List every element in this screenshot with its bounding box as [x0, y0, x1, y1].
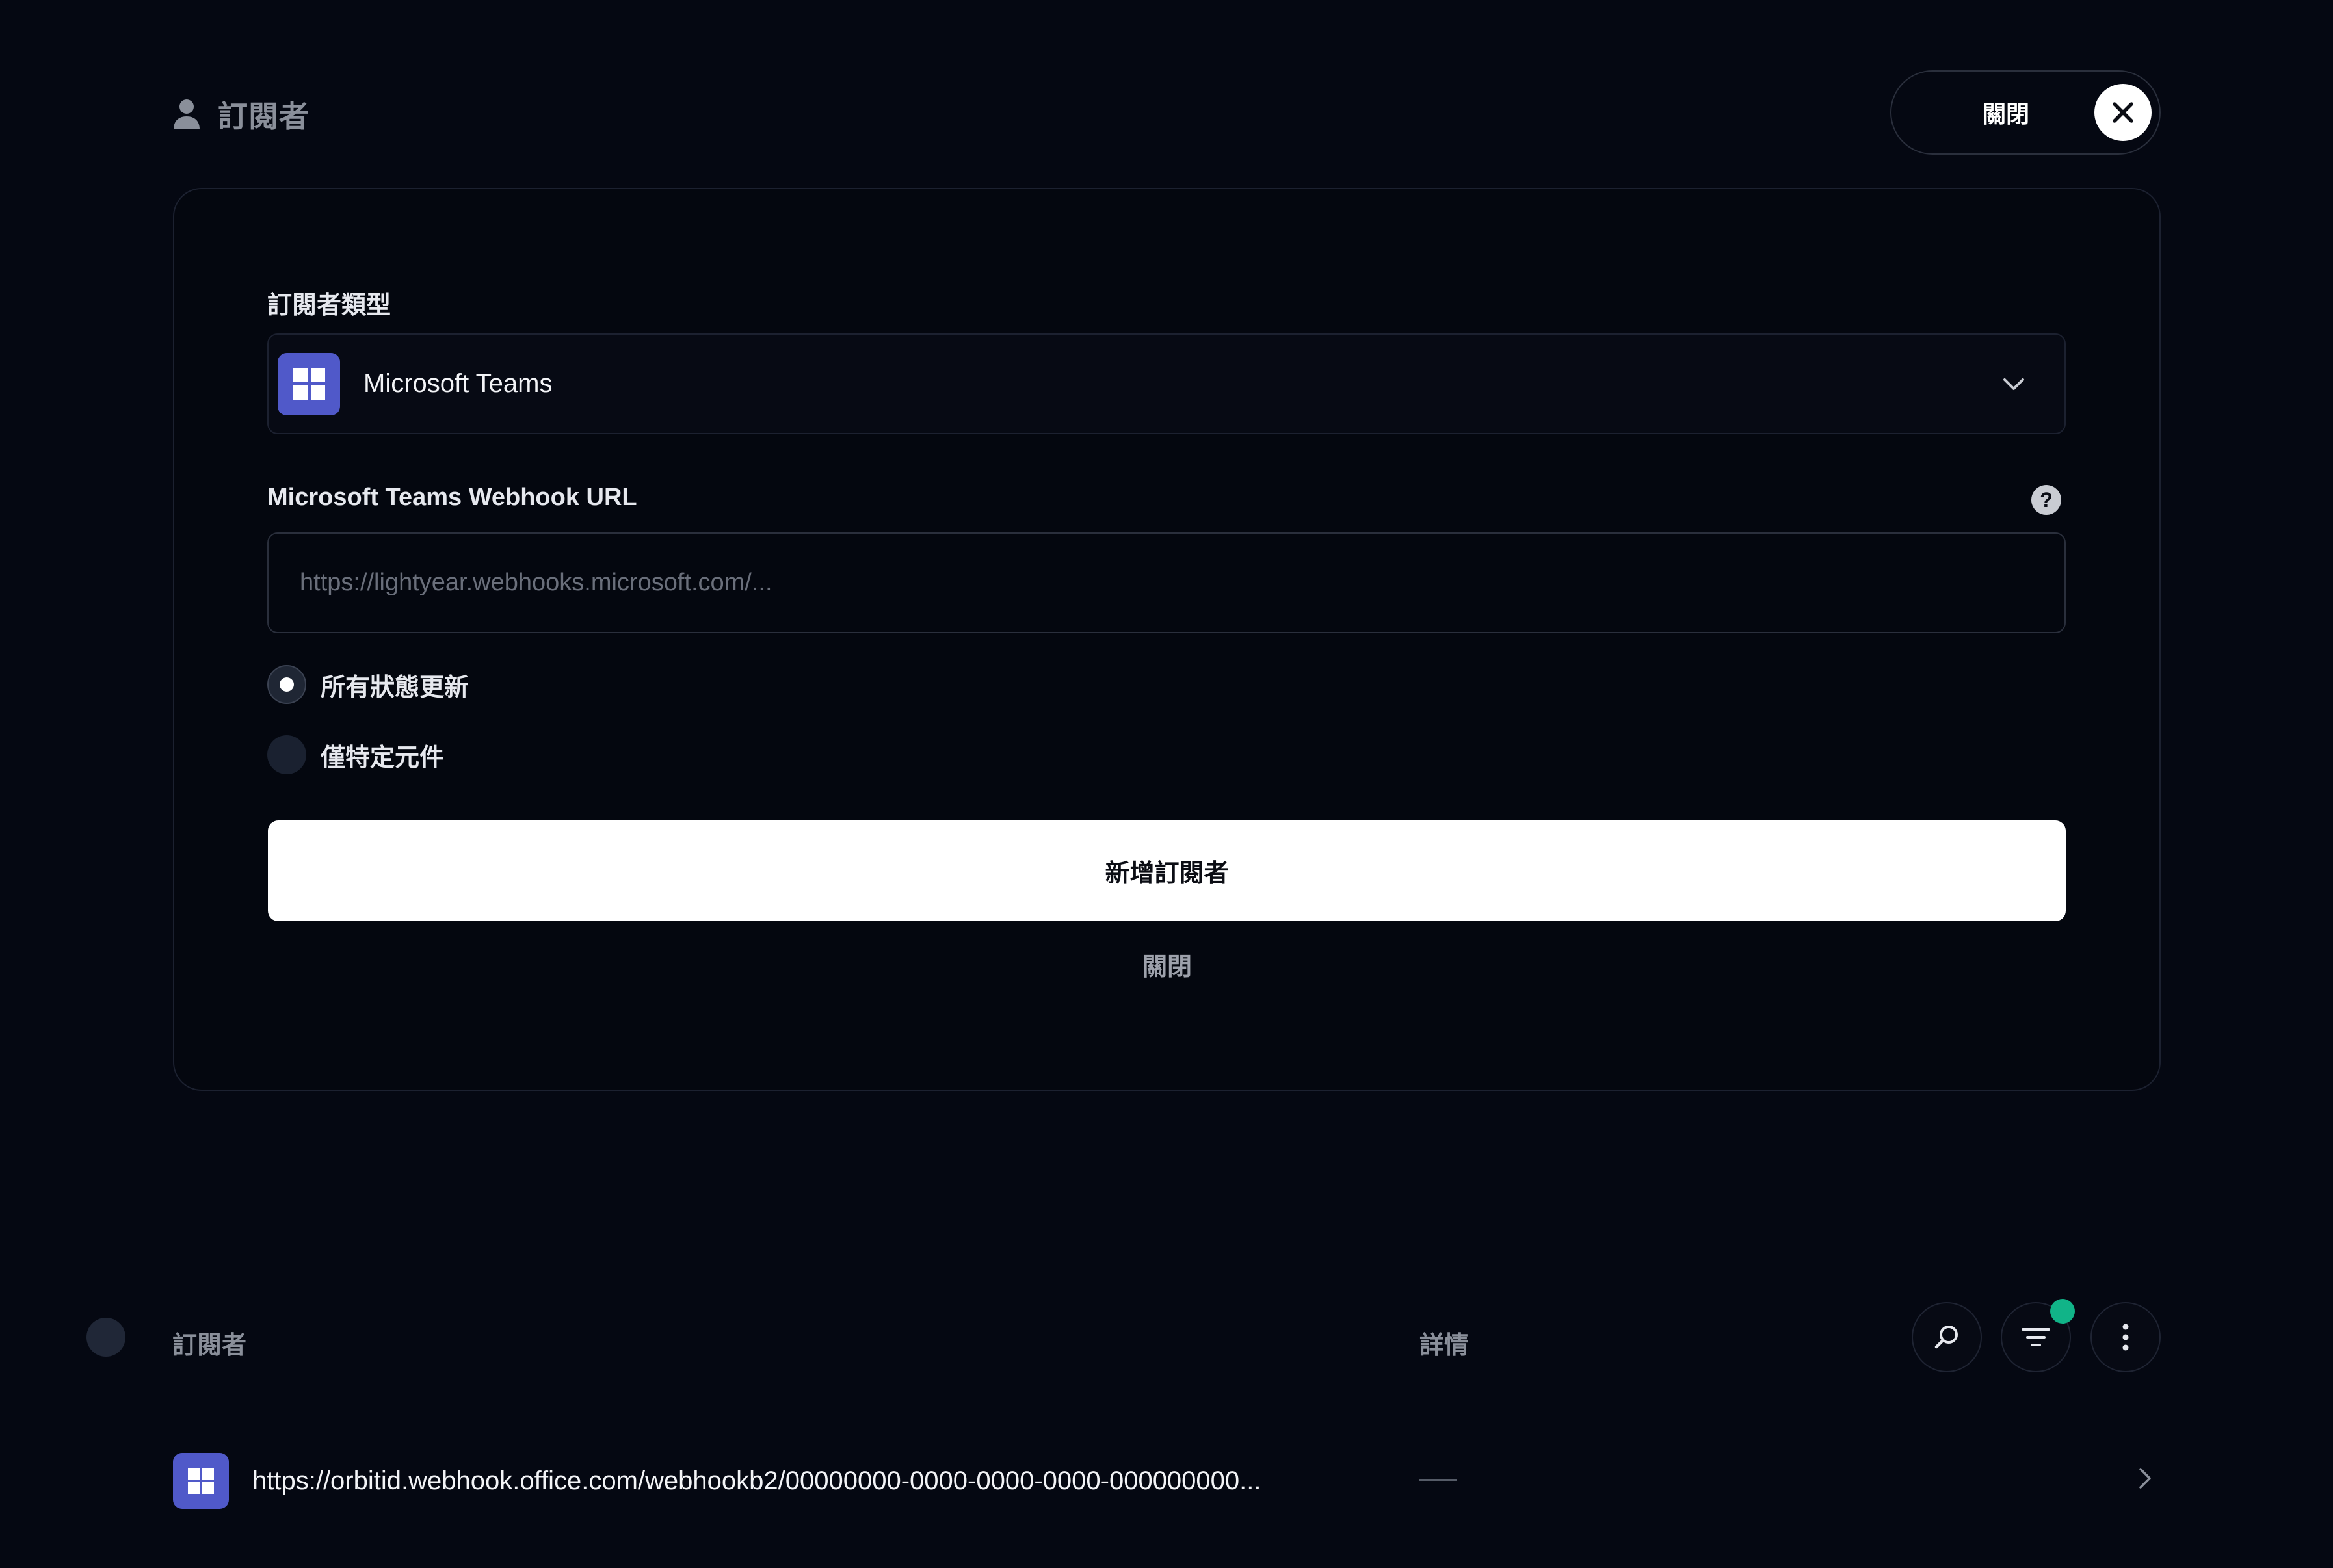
radio-all-updates-label: 所有狀態更新 — [321, 673, 469, 701]
details-empty-dash — [1419, 1479, 1457, 1481]
column-header-details[interactable]: 詳情 — [1419, 1325, 1469, 1361]
select-all-checkbox[interactable] — [86, 1318, 125, 1357]
filter-icon — [2022, 1328, 2050, 1346]
search-icon — [1934, 1326, 1958, 1349]
radio-button-checked[interactable] — [267, 665, 306, 704]
subscriber-type-value: Microsoft Teams — [363, 369, 553, 398]
filter-active-indicator — [2050, 1299, 2075, 1324]
more-options-button[interactable] — [2090, 1302, 2161, 1372]
subscriber-url: https://orbitid.webhook.office.com/webho… — [252, 1466, 1261, 1495]
chevron-down-icon — [2003, 378, 2024, 390]
subscriber-type-label: 訂閱者類型 — [267, 292, 391, 319]
webhook-url-input[interactable] — [267, 532, 2066, 633]
radio-specific-components-label: 僅特定元件 — [321, 744, 445, 772]
close-icon[interactable] — [2094, 84, 2152, 141]
page-header: 訂閱者 — [172, 91, 310, 138]
chevron-right-icon[interactable] — [2131, 1464, 2159, 1493]
microsoft-teams-icon — [173, 1453, 229, 1509]
search-button[interactable] — [1912, 1302, 1982, 1372]
close-button-label: 關閉 — [1983, 101, 2030, 127]
radio-all-updates[interactable]: 所有狀態更新 — [267, 665, 469, 704]
webhook-url-label: Microsoft Teams Webhook URL — [267, 484, 637, 511]
close-button[interactable]: 關閉 — [1890, 70, 2161, 155]
more-vertical-icon — [2122, 1324, 2129, 1351]
help-icon[interactable]: ? — [2031, 485, 2061, 515]
page-title: 訂閱者 — [218, 99, 310, 133]
subscriber-type-select[interactable]: Microsoft Teams — [267, 333, 2066, 434]
microsoft-teams-icon — [278, 352, 340, 415]
radio-specific-components[interactable]: 僅特定元件 — [267, 735, 444, 774]
add-subscriber-button[interactable]: 新增訂閱者 — [268, 820, 2066, 921]
column-header-subscriber[interactable]: 訂閱者 — [172, 1325, 246, 1361]
cancel-button[interactable]: 關閉 — [1073, 943, 1261, 986]
table-row[interactable]: https://orbitid.webhook.office.com/webho… — [173, 1450, 2161, 1512]
person-icon — [172, 98, 201, 131]
radio-button-unchecked[interactable] — [267, 735, 306, 774]
